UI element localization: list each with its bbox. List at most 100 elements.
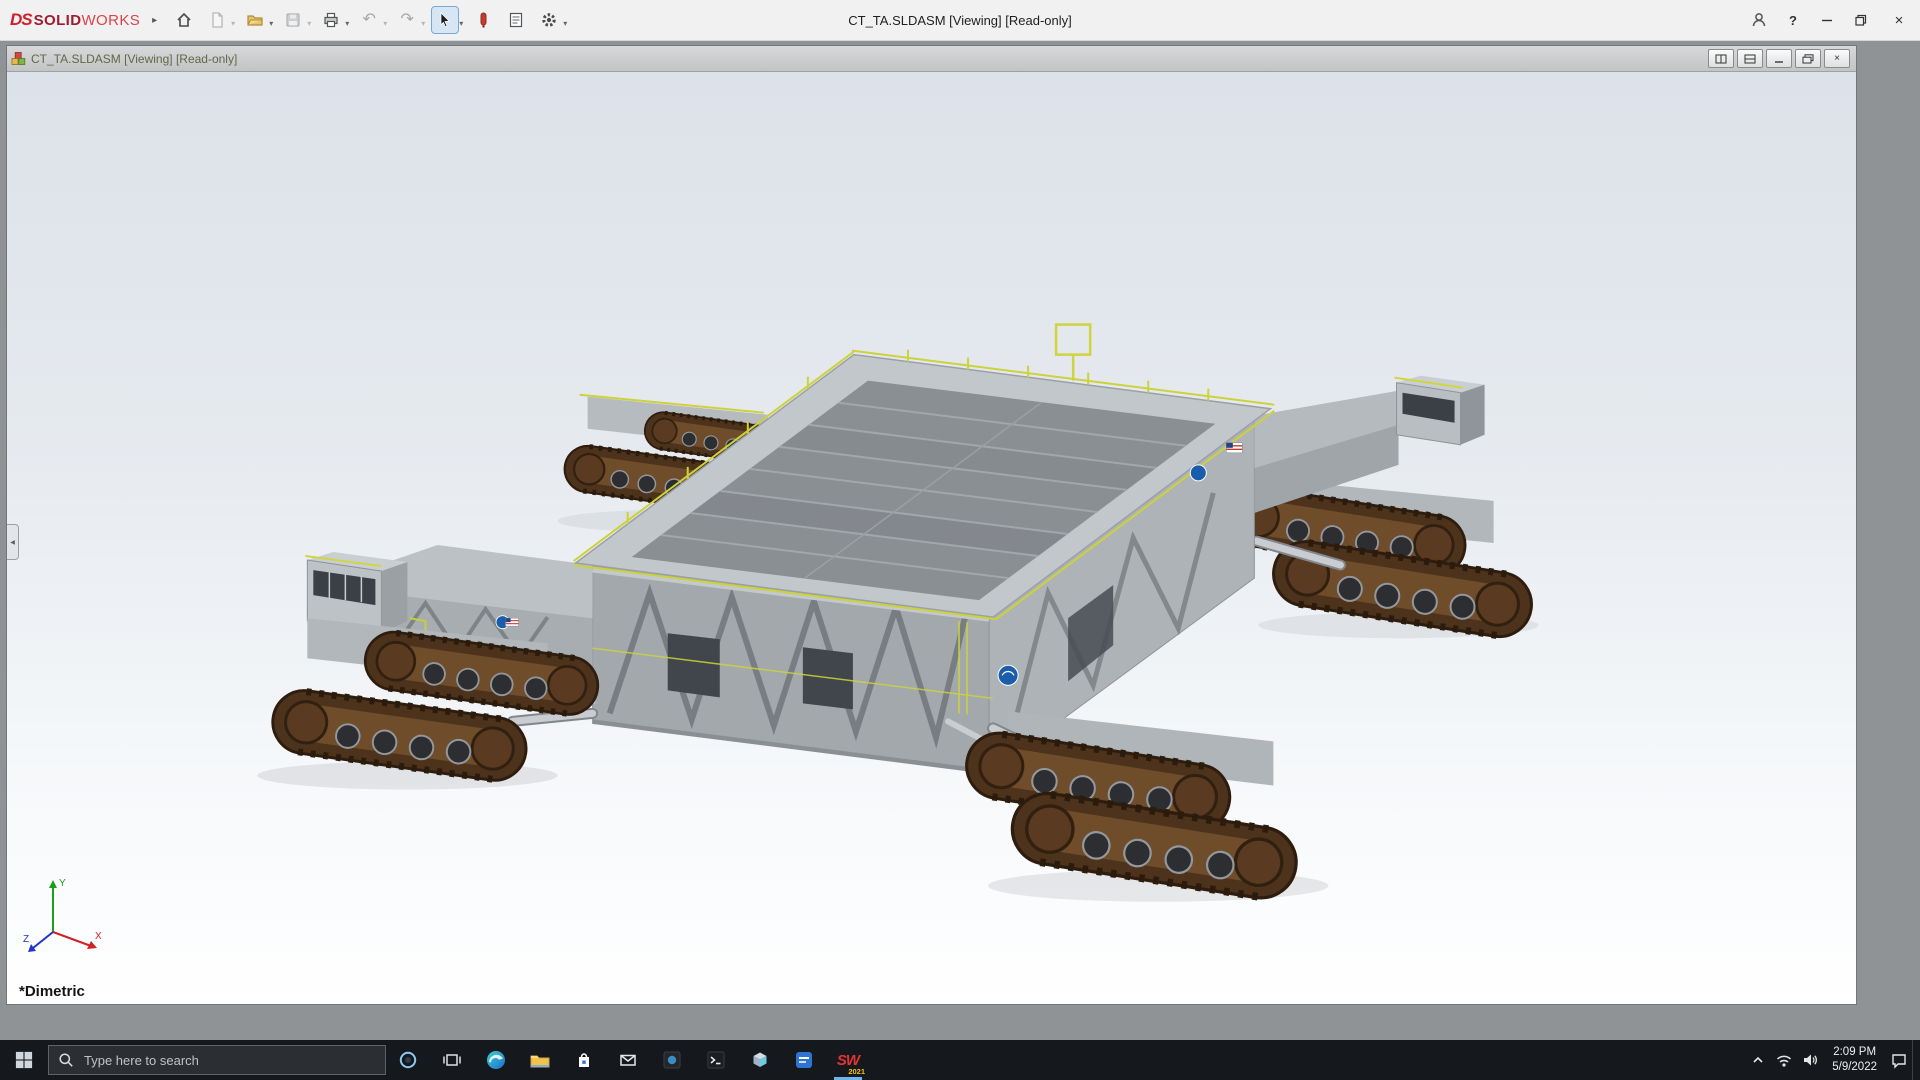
triad-y-label: Y: [59, 878, 66, 889]
properties-sheet-icon: [510, 12, 523, 28]
print-icon: [324, 12, 338, 28]
settings-app-button[interactable]: [782, 1040, 826, 1080]
3d-viewer-button[interactable]: [738, 1040, 782, 1080]
document-titlebar: CT_TA.SLDASM [Viewing] [Read-only] ×: [7, 46, 1856, 72]
select-dropdown-caret-icon[interactable]: ▾: [459, 19, 463, 33]
window-controls: ? ×: [1742, 0, 1920, 40]
mail-button[interactable]: [606, 1040, 650, 1080]
file-explorer-button[interactable]: [518, 1040, 562, 1080]
store-bag-icon: [579, 1053, 589, 1067]
clock-date: 5/9/2022: [1832, 1061, 1877, 1073]
options-dropdown-caret-icon[interactable]: ▾: [563, 19, 567, 33]
save-icon: [286, 13, 300, 27]
doc-minimize-button[interactable]: [1766, 49, 1792, 68]
main-toolbar: ▾ ▾ ▾ ▾ ↶ ▾ ↷ ▾ ▾ ▾: [171, 6, 574, 34]
triad-z-label: Z: [23, 934, 29, 945]
split-horizontal-button[interactable]: [1737, 49, 1763, 68]
close-button[interactable]: ×: [1878, 0, 1920, 40]
options-button[interactable]: [536, 7, 562, 33]
graphics-viewport[interactable]: ◀ Y X Z *Dimetric: [7, 72, 1856, 1004]
terminal-button[interactable]: [694, 1040, 738, 1080]
taskbar-search[interactable]: [48, 1045, 386, 1075]
edge-browser-button[interactable]: [474, 1040, 518, 1080]
photos-button[interactable]: [650, 1040, 694, 1080]
app-titlebar: DS SOLID WORKS ▸ ▾ ▾ ▾ ▾ ↶ ▾ ↷ ▾ ▾ ▾ CT_…: [0, 0, 1920, 41]
cortana-button[interactable]: [386, 1040, 430, 1080]
new-dropdown-caret-icon[interactable]: ▾: [231, 19, 235, 33]
open-button[interactable]: [242, 7, 268, 33]
doc-close-icon: ×: [1834, 53, 1840, 64]
menu-expand-arrow-icon[interactable]: ▸: [152, 15, 157, 26]
network-button[interactable]: [1771, 1040, 1797, 1080]
deck-crane-frame[interactable]: [1054, 323, 1092, 381]
undo-button[interactable]: ↶: [356, 7, 382, 33]
doc-restore-button[interactable]: [1795, 49, 1821, 68]
track-unit-front-right[interactable]: [945, 711, 1301, 903]
redo-dropdown-caret-icon[interactable]: ▾: [421, 19, 425, 33]
solidworks-app-icon: SW 2021: [834, 1046, 865, 1077]
mdi-client-area: CT_TA.SLDASM [Viewing] [Read-only] × ◀ Y…: [0, 41, 1920, 1040]
open-folder-icon: [247, 15, 263, 26]
solidworks-app-window: DS SOLID WORKS ▸ ▾ ▾ ▾ ▾ ↶ ▾ ↷ ▾ ▾ ▾ CT_…: [0, 0, 1920, 1080]
splitter-arrow-icon: ◀: [10, 539, 15, 546]
document-title: CT_TA.SLDASM [Viewing] [Read-only]: [31, 51, 238, 66]
notification-icon: [1892, 1054, 1906, 1069]
user-icon: [1752, 13, 1766, 27]
save-dropdown-caret-icon[interactable]: ▾: [307, 19, 311, 33]
help-button[interactable]: ?: [1776, 0, 1810, 40]
action-center-button[interactable]: [1886, 1040, 1912, 1080]
blue-app-icon: [796, 1052, 812, 1068]
feature-panel-collapse-handle[interactable]: ◀: [7, 524, 19, 560]
split-horizontal-icon: [1744, 53, 1756, 64]
select-cursor-icon: [440, 12, 451, 28]
taskbar-clock[interactable]: 2:09 PM 5/9/2022: [1823, 1045, 1886, 1075]
help-icon: ?: [1789, 12, 1797, 28]
account-button[interactable]: [1742, 0, 1776, 40]
photos-icon: [663, 1051, 681, 1069]
store-button[interactable]: [562, 1040, 606, 1080]
select-tool-button[interactable]: [431, 6, 460, 34]
search-input[interactable]: [82, 1051, 376, 1069]
tray-overflow-button[interactable]: [1745, 1040, 1771, 1080]
brand-works-text: WORKS: [81, 12, 141, 29]
redo-button[interactable]: ↷: [394, 7, 420, 33]
open-dropdown-caret-icon[interactable]: ▾: [269, 19, 273, 33]
3d-model-canvas[interactable]: [7, 72, 1856, 1004]
dassault-logo-mark: DS: [10, 10, 33, 29]
triad-x-label: X: [95, 931, 102, 942]
restore-button[interactable]: [1844, 0, 1878, 40]
save-button[interactable]: [280, 7, 306, 33]
home-button[interactable]: [171, 7, 197, 33]
solidworks-icon-year: 2021: [848, 1067, 865, 1076]
view-orientation-label: *Dimetric: [19, 983, 85, 1000]
restore-icon: [1855, 14, 1867, 26]
print-dropdown-caret-icon[interactable]: ▾: [345, 19, 349, 33]
edge-icon: [487, 1051, 505, 1069]
minimize-button[interactable]: [1810, 0, 1844, 40]
brand-solid-text: SOLID: [33, 12, 82, 29]
volume-button[interactable]: [1797, 1040, 1823, 1080]
doc-close-button[interactable]: ×: [1824, 49, 1850, 68]
document-window: CT_TA.SLDASM [Viewing] [Read-only] × ◀ Y…: [6, 45, 1857, 1005]
show-desktop-button[interactable]: [1912, 1040, 1920, 1080]
wifi-icon: [1777, 1055, 1792, 1067]
task-view-button[interactable]: [430, 1040, 474, 1080]
split-vertical-button[interactable]: [1708, 49, 1734, 68]
chevron-up-icon: [1753, 1056, 1763, 1063]
home-icon: [177, 12, 191, 27]
properties-button[interactable]: [503, 7, 529, 33]
window-title: CT_TA.SLDASM [Viewing] [Read-only]: [848, 12, 1072, 28]
doc-minimize-icon: [1775, 60, 1783, 63]
solidworks-taskbar-button[interactable]: SW 2021: [826, 1040, 870, 1080]
touch-mode-button[interactable]: [470, 7, 496, 33]
touch-pen-icon: [480, 12, 487, 28]
print-button[interactable]: [318, 7, 344, 33]
undo-dropdown-caret-icon[interactable]: ▾: [383, 19, 387, 33]
task-view-icon: [443, 1054, 461, 1066]
solidworks-icon-letters: SW: [836, 1051, 860, 1069]
close-icon: ×: [1894, 11, 1904, 29]
start-button[interactable]: [0, 1040, 48, 1080]
mail-envelope-icon: [620, 1054, 636, 1066]
new-document-button[interactable]: [204, 7, 230, 33]
cortana-icon: [399, 1051, 417, 1069]
